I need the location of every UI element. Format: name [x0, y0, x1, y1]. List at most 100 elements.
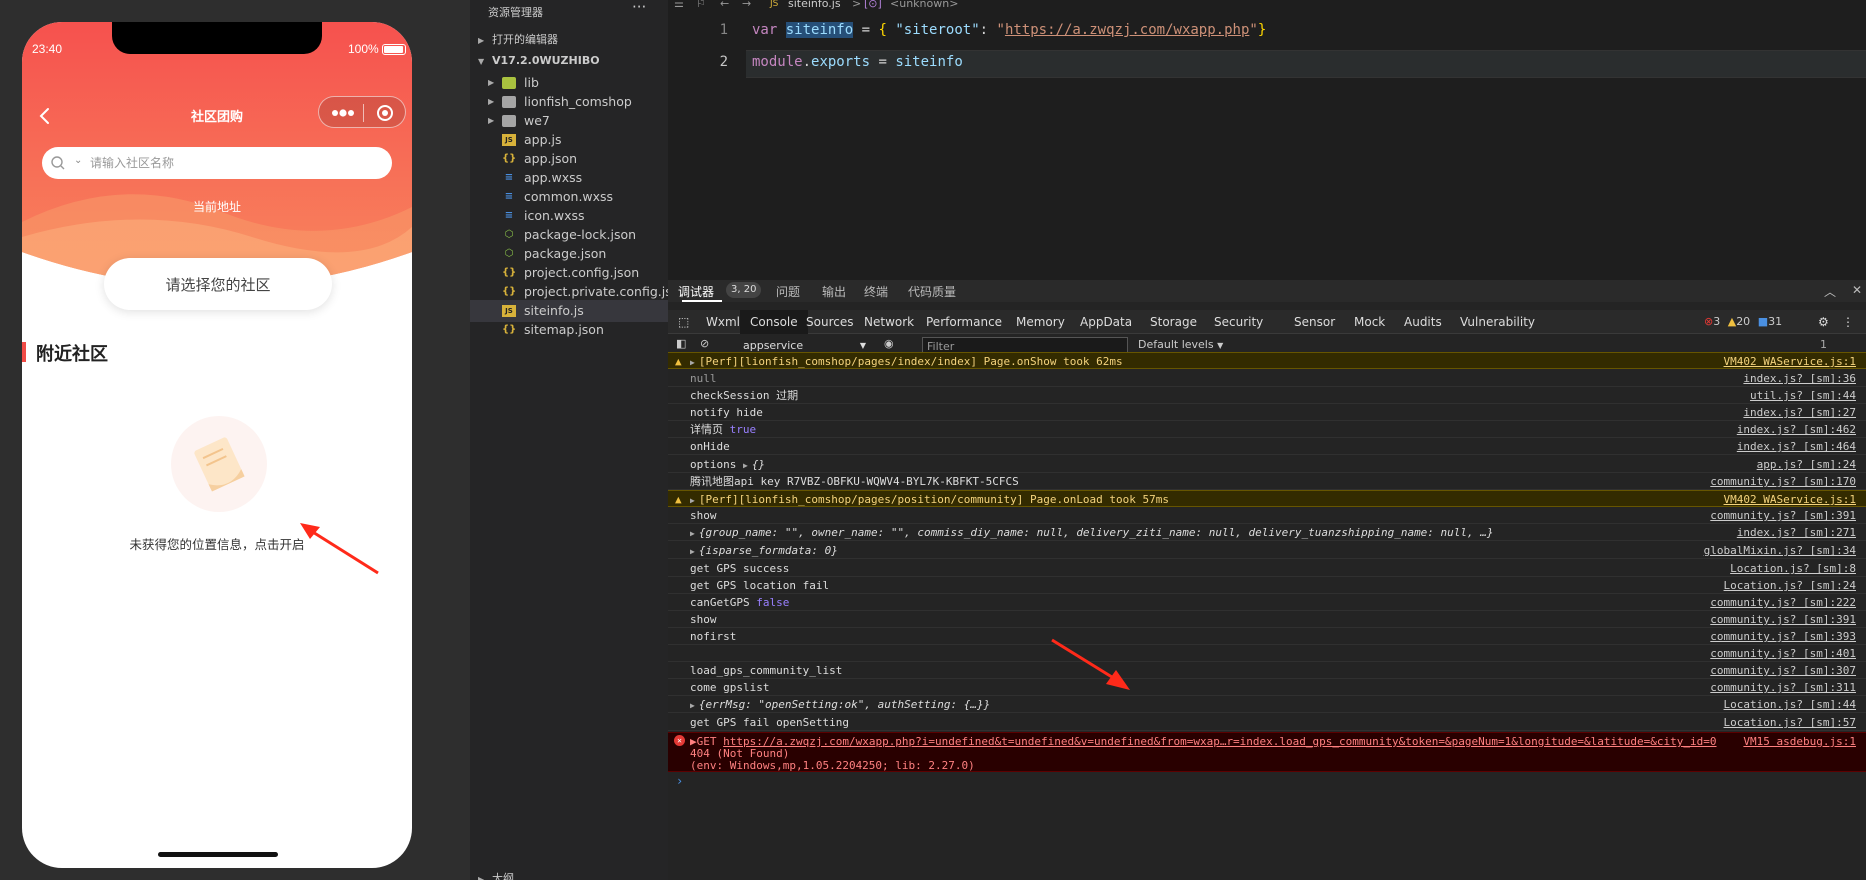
tab-terminal[interactable]: 终端 [864, 283, 888, 300]
code-editor: ☰ ⚐ ← → JS siteinfo.js > [⊙] <unknown> 1… [668, 0, 1866, 280]
current-address-label: 当前地址 [192, 200, 241, 214]
breadcrumb-symbol[interactable]: <unknown> [890, 0, 958, 10]
list-icon[interactable]: ☰ [674, 0, 684, 10]
expand-triangle-icon[interactable]: ▶ [690, 547, 695, 556]
console-row[interactable]: show community.js? [sm]:391 [668, 611, 1866, 628]
warning-icon: ▲ [675, 355, 682, 368]
collapse-panel-icon[interactable]: ︿ [1824, 283, 1836, 300]
phone-screen: 23:40 100% 社区团购 ⌄ 请输入社区名称 当前地址 请选择您的社区 附… [22, 22, 412, 868]
section-project[interactable]: ▼ V17.2.0WUZHIBO [470, 52, 668, 70]
capsule-close-button[interactable] [371, 103, 399, 123]
message-icon: ■ [1757, 315, 1769, 328]
expand-triangle-icon[interactable]: ▶ [690, 496, 695, 505]
console-row[interactable]: nofirst community.js? [sm]:393 [668, 628, 1866, 645]
console-row[interactable]: onHide index.js? [sm]:464 [668, 438, 1866, 455]
log-levels-dropdown[interactable]: Default levels ▼ [1138, 338, 1223, 351]
select-community-button[interactable]: 请选择您的社区 [104, 258, 332, 310]
tab-sensor[interactable]: Sensor [1284, 310, 1345, 334]
console-row[interactable]: get GPS fail openSetting Location.js? [sm… [668, 714, 1866, 731]
capsule-divider [363, 104, 364, 122]
capsule-more-button[interactable] [329, 104, 357, 122]
console-row[interactable]: null index.js? [sm]:36 [668, 370, 1866, 387]
issue-counts[interactable]: ⊗3 ▲20 ■31 [1704, 310, 1782, 334]
console-row[interactable]: canGetGPS false community.js? [sm]:222 [668, 594, 1866, 611]
chevron-down-icon: ▼ [478, 57, 485, 66]
clear-console-icon[interactable]: ⊘ [700, 337, 709, 350]
code-line-2[interactable]: module.exports = siteinfo [752, 54, 963, 70]
js-file-icon: JS [502, 305, 516, 317]
sidebar-toggle-icon[interactable]: ◧ [676, 337, 686, 350]
expand-triangle-icon[interactable]: ▶ [690, 529, 695, 538]
tab-memory[interactable]: Memory [1006, 310, 1075, 334]
tab-audits[interactable]: Audits [1394, 310, 1452, 334]
nav-back-icon[interactable]: ← [720, 0, 729, 10]
status-time: 23:40 [32, 42, 63, 56]
console-prompt[interactable]: › [676, 774, 683, 788]
annotation-arrow [1051, 638, 1130, 690]
community-search-bar[interactable]: ⌄ [42, 147, 392, 179]
close-panel-icon[interactable]: ✕ [1852, 283, 1862, 297]
section-accent-bar [22, 342, 26, 362]
expand-triangle-icon[interactable]: ▶ [743, 461, 748, 470]
eye-icon[interactable]: ◉ [884, 337, 894, 350]
tab-issues[interactable]: 问题 [776, 283, 800, 300]
console-row[interactable]: checkSession 过期 util.js? [sm]:44 [668, 387, 1866, 404]
console-row[interactable]: options ▶{} app.js? [sm]:24 [668, 456, 1866, 473]
search-icon [51, 156, 65, 170]
tab-vulnerability[interactable]: Vulnerability [1450, 310, 1545, 334]
kebab-menu-icon[interactable]: ⋮ [1832, 310, 1864, 334]
section-open-editors[interactable]: ▶ 打开的编辑器 [470, 31, 668, 49]
tab-performance[interactable]: Performance [916, 310, 1012, 334]
console-row[interactable]: come gpslist community.js? [sm]:311 [668, 679, 1866, 696]
section-outline[interactable]: ▶ 大纲 [470, 870, 668, 880]
tab-output[interactable]: 输出 [822, 283, 846, 300]
tab-network[interactable]: Network [854, 310, 924, 334]
error-env: (env: Windows,mp,1.05.2204250; lib: 2.27… [690, 759, 975, 772]
console-row-object[interactable]: ▶ {isparse_formdata: 0} globalMixin.js? [s… [668, 542, 1866, 559]
error-icon: ✕ [674, 735, 685, 746]
console-row[interactable]: show community.js? [sm]:391 [668, 507, 1866, 524]
console-row-warning[interactable]: ▲ ▶ [Perf][lionfish_comshop/pages/position… [668, 490, 1866, 507]
nearby-community-title: 附近社区 [36, 344, 108, 365]
wxss-file-icon: ≡ [504, 210, 514, 221]
tree-item-sitemap-json[interactable]: {} sitemap.json [470, 319, 668, 341]
debugger-count-badge: 3, 20 [726, 282, 762, 298]
console-row[interactable]: load_gps_community_list community.js? [sm… [668, 662, 1866, 679]
console-row[interactable]: community.js? [sm]:401 [668, 645, 1866, 662]
bookmark-icon[interactable]: ⚐ [696, 0, 706, 10]
symbol-icon: [⊙] [864, 0, 882, 10]
console-row-object[interactable]: ▶ {errMsg: "openSetting:ok", authSetting:… [668, 696, 1866, 713]
breadcrumb-file[interactable]: siteinfo.js [788, 0, 841, 10]
tab-code-quality[interactable]: 代码质量 [908, 283, 956, 300]
console-row[interactable]: 详情页 true index.js? [sm]:462 [668, 421, 1866, 438]
console-row[interactable]: 腾讯地图api key R7VBZ-OBFKU-WQWV4-BYL7K-KBFK… [668, 473, 1866, 490]
console-row[interactable]: notify hide index.js? [sm]:27 [668, 404, 1866, 421]
console-row[interactable]: get GPS success Location.js? [sm]:8 [668, 560, 1866, 577]
active-tab-indicator [682, 300, 722, 302]
console-row[interactable]: get GPS location fail Location.js? [sm]:2… [668, 577, 1866, 594]
code-line-1[interactable]: var siteinfo = { "siteroot": "https://a.… [752, 22, 1266, 38]
breadcrumb-separator: > [852, 0, 862, 10]
battery-icon [382, 44, 406, 55]
error-url-link[interactable]: https://a.zwqzj.com/wxapp.php?i=undefine… [723, 735, 1716, 748]
explorer-more-icon[interactable]: ··· [632, 0, 646, 16]
search-input[interactable] [90, 151, 380, 175]
error-source-link[interactable]: VM15 asdebug.js:1 [1743, 735, 1856, 748]
explorer-header: 资源管理器 [488, 6, 543, 19]
console-error-row[interactable]: ✕ ▶GET https://a.zwqzj.com/wxapp.php?i=u… [668, 732, 1866, 772]
nav-forward-icon[interactable]: → [742, 0, 751, 10]
line-number: 1 [719, 22, 728, 38]
expand-triangle-icon[interactable]: ▶ [690, 358, 695, 367]
tab-debugger[interactable]: 调试器 [678, 283, 714, 300]
tab-storage[interactable]: Storage [1140, 310, 1207, 334]
tab-appdata[interactable]: AppData [1070, 310, 1142, 334]
expand-triangle-icon[interactable]: ▶ [690, 701, 695, 710]
console-output: ▲ ▶ [Perf][lionfish_comshop/pages/index/in… [668, 352, 1866, 880]
more-dots-icon [332, 109, 354, 117]
tab-security[interactable]: Security [1204, 310, 1273, 334]
inspect-element-icon[interactable]: ⬚ [668, 310, 699, 334]
tab-mock[interactable]: Mock [1344, 310, 1395, 334]
console-row-object[interactable]: ▶ {group_name: "", owner_name: "", commis… [668, 524, 1866, 541]
bottom-panel-tabs: 调试器 3, 20 问题 输出 终端 代码质量 ︿ ✕ [668, 280, 1866, 302]
console-row-warning[interactable]: ▲ ▶ [Perf][lionfish_comshop/pages/index/in… [668, 352, 1866, 369]
